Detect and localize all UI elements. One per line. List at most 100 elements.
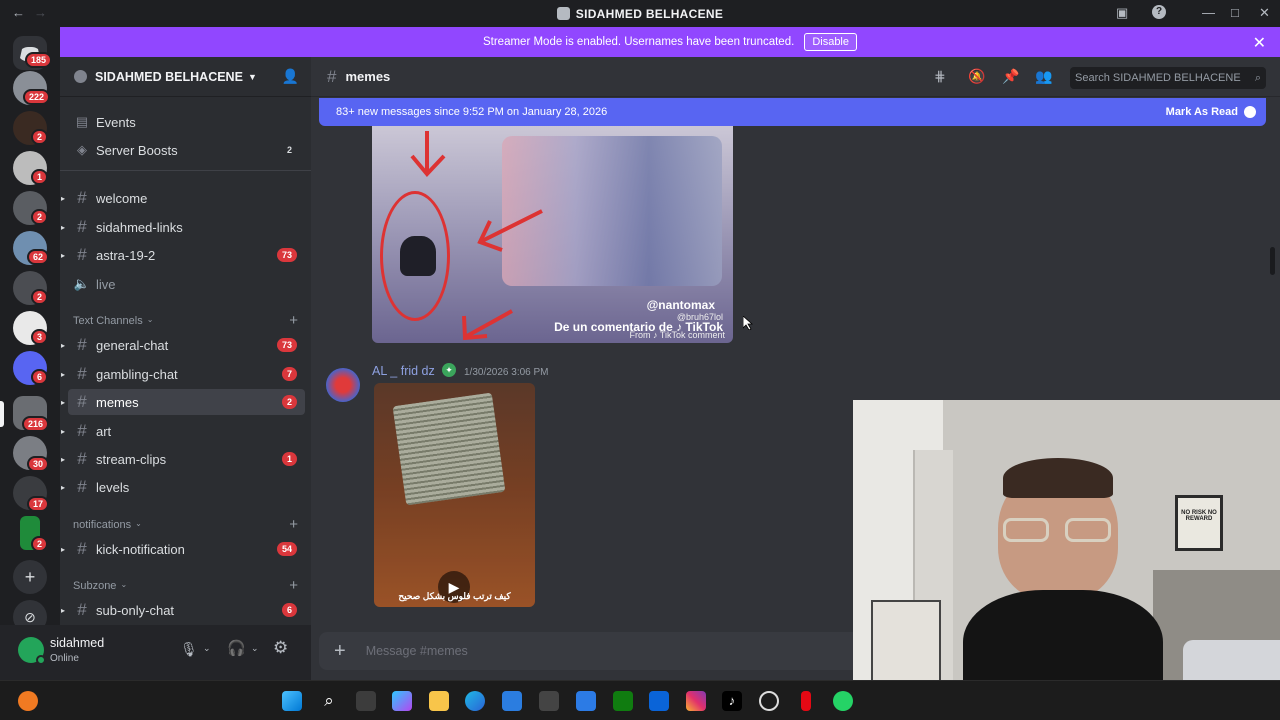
message-author[interactable]: AL _ frid dz bbox=[372, 364, 435, 378]
category-subzone[interactable]: Subzone ⌄ + bbox=[73, 577, 298, 594]
category-text-channels[interactable]: Text Channels ⌄ + bbox=[73, 312, 298, 329]
scrollbar-thumb[interactable] bbox=[1270, 247, 1275, 275]
app-icon[interactable] bbox=[539, 691, 559, 711]
bullet-icon: ▸ bbox=[61, 544, 66, 554]
channel-stream-clips[interactable]: ▸ # stream-clips 1 bbox=[61, 446, 305, 472]
netflix-icon[interactable] bbox=[801, 691, 811, 711]
wall-poster: NO RISK NO REWARD bbox=[1175, 495, 1223, 551]
start-icon[interactable] bbox=[282, 691, 302, 711]
calendar-icon: ▤ bbox=[75, 114, 89, 129]
threads-icon[interactable]: ⋕ bbox=[934, 68, 946, 85]
channel-sidebar: SIDAHMED BELHACENE ▼ 👤 ▤ Events ◈ Server B… bbox=[60, 57, 311, 625]
mute-bell-icon[interactable]: 🔕 bbox=[968, 68, 985, 85]
bullet-icon: ▸ bbox=[61, 369, 66, 379]
channel-astra[interactable]: ▸ # astra-19-2 73 bbox=[61, 242, 305, 268]
badge: 62 bbox=[27, 249, 50, 265]
online-status-icon bbox=[36, 655, 46, 665]
category-label: notifications bbox=[73, 519, 132, 531]
add-server-icon[interactable]: + bbox=[13, 560, 47, 594]
inbox-icon[interactable]: ▣ bbox=[1116, 5, 1128, 21]
channel-live[interactable]: 🔈 live bbox=[68, 271, 305, 297]
editor-icon[interactable] bbox=[576, 691, 596, 711]
store-icon[interactable] bbox=[502, 691, 522, 711]
channel-label: gambling-chat bbox=[96, 366, 178, 382]
chevron-down-icon[interactable]: ⌄ bbox=[251, 643, 259, 654]
outlook-icon[interactable] bbox=[649, 691, 669, 711]
chevron-down-icon[interactable]: ⌄ bbox=[203, 643, 211, 654]
pin-icon[interactable]: 📌 bbox=[1002, 68, 1019, 85]
channel-art[interactable]: ▸ # art bbox=[61, 418, 305, 444]
boost-icon: ◈ bbox=[77, 142, 87, 157]
badge: 1 bbox=[31, 169, 49, 185]
chatgpt-icon[interactable] bbox=[759, 691, 779, 711]
channel-sidahmed-links[interactable]: ▸ # sidahmed-links bbox=[61, 214, 305, 240]
tiktok-icon[interactable]: ♪ bbox=[722, 691, 742, 711]
microphone-icon[interactable]: 🎙 bbox=[180, 641, 198, 658]
count-badge: 6 bbox=[281, 603, 297, 617]
channel-levels[interactable]: ▸ # levels bbox=[61, 474, 305, 500]
create-channel-icon[interactable]: + bbox=[289, 312, 298, 329]
meme-image[interactable]: @nantomax @bruh67lol De un comentario de… bbox=[372, 126, 733, 343]
forward-arrow-icon[interactable]: → bbox=[34, 5, 47, 20]
create-channel-icon[interactable]: + bbox=[289, 516, 298, 533]
video-attachment[interactable]: ▶ كيف ترتب فلوس بشكل صحيح bbox=[374, 383, 535, 607]
chevron-down-icon: ⌄ bbox=[146, 315, 154, 324]
headphones-icon[interactable]: 🎧 bbox=[227, 639, 246, 657]
new-messages-bar[interactable]: 83+ new messages since 9:52 PM on Januar… bbox=[319, 98, 1266, 126]
minimize-icon[interactable]: — bbox=[1202, 5, 1215, 20]
badge: 2 bbox=[31, 129, 49, 145]
channel-label: levels bbox=[96, 479, 130, 495]
channel-gambling-chat[interactable]: ▸ # gambling-chat 7 bbox=[61, 361, 305, 387]
message-input-placeholder[interactable]: Message #memes bbox=[366, 644, 468, 658]
xbox-icon[interactable] bbox=[613, 691, 633, 711]
search-input[interactable]: Search SIDAHMED BELHACENE ⌕ bbox=[1070, 67, 1266, 89]
channel-kick-notification[interactable]: ▸ # kick-notification 54 bbox=[61, 536, 305, 562]
message-composer[interactable]: + Message #memes bbox=[319, 632, 869, 670]
mark-as-read-button[interactable]: Mark As Read bbox=[1166, 106, 1238, 118]
disable-button[interactable]: Disable bbox=[804, 33, 857, 51]
instagram-icon[interactable] bbox=[686, 691, 706, 711]
gear-icon[interactable]: ⚙ bbox=[273, 638, 288, 658]
badge: 3 bbox=[31, 329, 49, 345]
sidebar-item-events[interactable]: ▤ Events bbox=[68, 109, 305, 135]
author-avatar[interactable] bbox=[326, 368, 360, 402]
close-banner-icon[interactable]: ✕ bbox=[1253, 33, 1266, 53]
server-rail: 185 222 2 1 2 62 2 3 6 216 30 17 2 + ⊘ bbox=[0, 27, 60, 680]
bullet-icon: ▸ bbox=[61, 250, 66, 260]
back-arrow-icon[interactable]: ← bbox=[12, 5, 25, 20]
channel-welcome[interactable]: ▸ # welcome bbox=[61, 185, 305, 211]
server-header[interactable]: SIDAHMED BELHACENE ▼ 👤 bbox=[60, 57, 311, 97]
create-channel-icon[interactable]: + bbox=[289, 577, 298, 594]
members-icon[interactable]: 👥 bbox=[1035, 68, 1052, 85]
close-window-icon[interactable]: ✕ bbox=[1259, 5, 1270, 21]
glasses-right bbox=[1065, 518, 1111, 542]
sidebar-item-server-boosts[interactable]: ◈ Server Boosts 2 bbox=[68, 137, 305, 163]
channel-memes[interactable]: ▸ # memes 2 bbox=[61, 389, 305, 415]
category-notifications[interactable]: notifications ⌄ + bbox=[73, 516, 298, 533]
count-badge: 73 bbox=[276, 338, 297, 352]
poster-text: NO RISK NO REWARD bbox=[1181, 510, 1217, 522]
bullet-icon: ▸ bbox=[61, 397, 66, 407]
hash-icon: # bbox=[77, 217, 87, 236]
add-member-icon[interactable]: 👤 bbox=[282, 68, 299, 85]
whatsapp-icon[interactable] bbox=[833, 691, 853, 711]
task-view-icon[interactable] bbox=[356, 691, 376, 711]
badge: 216 bbox=[22, 416, 50, 432]
help-icon[interactable]: ? bbox=[1152, 5, 1166, 19]
chevron-down-icon: ⌄ bbox=[135, 519, 142, 528]
streamer-mode-banner: Streamer Mode is enabled. Usernames have… bbox=[60, 27, 1280, 57]
edge-icon[interactable] bbox=[465, 691, 485, 711]
file-explorer-icon[interactable] bbox=[429, 691, 449, 711]
search-icon[interactable]: ⌕ bbox=[319, 691, 339, 711]
badge: 17 bbox=[27, 496, 50, 512]
username[interactable]: sidahmed bbox=[50, 636, 104, 650]
maximize-icon[interactable]: □ bbox=[1231, 5, 1239, 20]
divider bbox=[60, 170, 311, 171]
user-status: Online bbox=[50, 653, 79, 664]
notification-app-icon[interactable] bbox=[18, 691, 38, 711]
hash-icon: # bbox=[77, 449, 87, 468]
attach-plus-icon[interactable]: + bbox=[334, 640, 346, 663]
copilot-icon[interactable] bbox=[392, 691, 412, 711]
channel-sub-only-chat[interactable]: ▸ # sub-only-chat 6 bbox=[61, 597, 305, 623]
channel-general-chat[interactable]: ▸ # general-chat 73 bbox=[61, 332, 305, 358]
